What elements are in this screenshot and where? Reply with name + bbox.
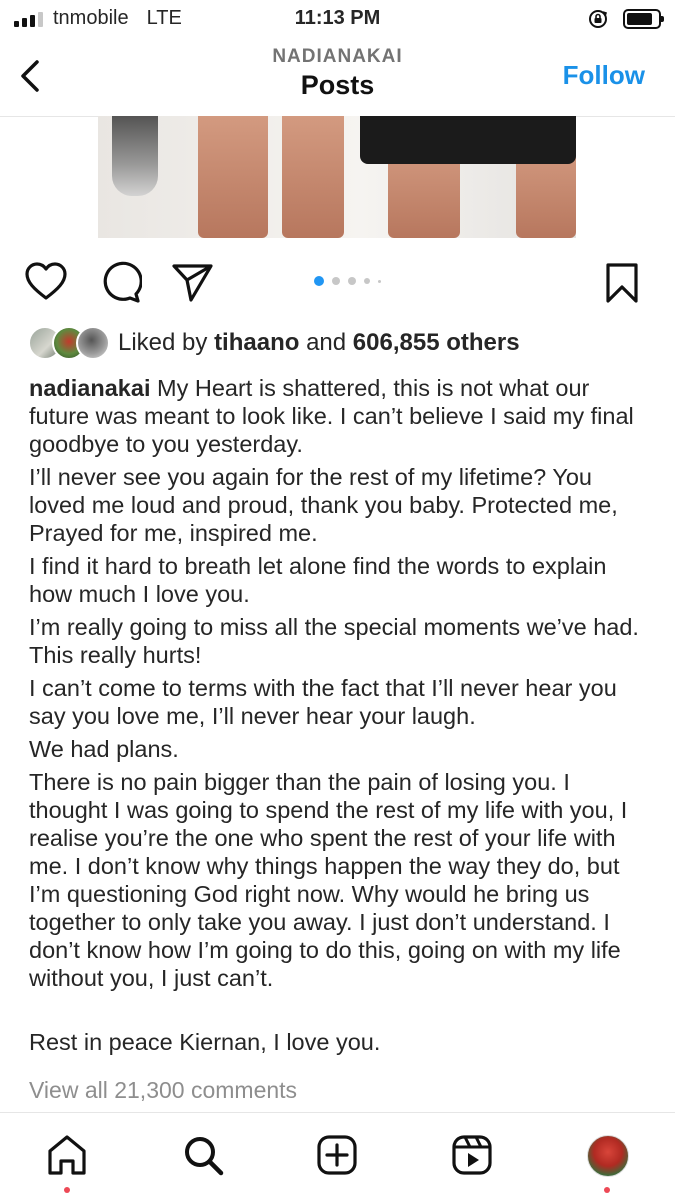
likes-row[interactable]: Liked by tihaano and 606,855 others [28, 325, 520, 361]
paper-plane-icon[interactable] [170, 260, 214, 304]
status-bar: tnmobile LTE 11:13 PM [0, 0, 675, 38]
post-image[interactable] [98, 116, 576, 238]
view-comments-link[interactable]: View all 21,300 comments [29, 1077, 297, 1104]
caption-closing: Rest in peace Kiernan, I love you. [29, 1029, 381, 1055]
caption-paragraph: I can’t come to terms with the fact that… [29, 675, 617, 729]
heart-icon[interactable] [24, 260, 68, 304]
follow-button[interactable]: Follow [563, 60, 645, 91]
profile-notification-dot [604, 1187, 610, 1193]
battery-icon [623, 9, 664, 29]
comment-icon[interactable] [98, 260, 142, 304]
likes-prefix: Liked by [118, 329, 208, 356]
avatar [76, 326, 110, 360]
likes-summary: Liked by tihaano and 606,855 others [118, 329, 520, 357]
caption-first-paragraph: nadianakai My Heart is shattered, this i… [29, 374, 654, 458]
search-icon[interactable] [181, 1133, 225, 1177]
caption-paragraph: I find it hard to breath let alone find … [29, 553, 607, 607]
reels-icon[interactable] [450, 1133, 494, 1177]
caption-paragraph: I’m really going to miss all the special… [29, 614, 639, 668]
caption-paragraph: I’ll never see you again for the rest of… [29, 464, 618, 546]
caption-username[interactable]: nadianakai [29, 375, 150, 401]
post-caption: nadianakai My Heart is shattered, this i… [29, 374, 654, 1061]
likes-connector: and [306, 329, 347, 356]
likes-count[interactable]: 606,855 others [353, 329, 520, 356]
liker-username[interactable]: tihaano [214, 329, 299, 356]
caption-paragraph: We had plans. [29, 736, 179, 762]
carousel-indicator [314, 276, 381, 286]
home-icon[interactable] [45, 1133, 89, 1177]
plus-square-icon[interactable] [315, 1133, 359, 1177]
nav-header: NADIANAKAI Posts Follow [0, 38, 675, 117]
clock: 11:13 PM [294, 7, 381, 29]
profile-avatar[interactable] [587, 1135, 629, 1177]
post-actions [0, 258, 675, 308]
home-notification-dot [64, 1187, 70, 1193]
caption-paragraph: There is no pain bigger than the pain of… [29, 769, 628, 991]
liker-avatars [28, 326, 110, 360]
bookmark-icon[interactable] [600, 261, 644, 305]
bottom-tab-bar [0, 1112, 675, 1201]
orientation-lock-icon [589, 10, 608, 28]
dog-figure [112, 116, 158, 196]
